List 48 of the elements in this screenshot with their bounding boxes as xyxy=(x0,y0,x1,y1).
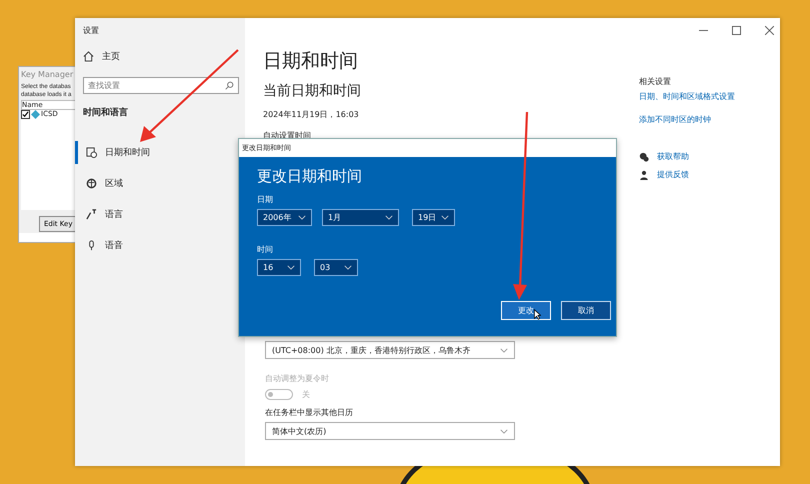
time-dropdown[interactable]: 03 xyxy=(314,259,358,276)
cancel-button[interactable]: 取消 xyxy=(561,301,611,320)
nav-item[interactable]: 语音 xyxy=(75,234,245,257)
microphone-icon xyxy=(86,240,97,251)
chevron-down-icon xyxy=(385,215,393,220)
page-title: 日期和时间 xyxy=(263,49,358,74)
date-dropdown[interactable]: 19日 xyxy=(412,209,455,226)
globe-icon xyxy=(86,178,97,189)
help-link[interactable]: 获取帮助 xyxy=(657,151,689,162)
change-button[interactable]: 更改 xyxy=(501,301,551,320)
calendar-clock-icon xyxy=(86,147,97,158)
toggle-state: 关 xyxy=(302,389,310,400)
setting-label: 在任务栏中显示其他日历 xyxy=(265,407,353,418)
window-title: 设置 xyxy=(83,24,99,36)
current-datetime: 2024年11月19日，16:03 xyxy=(263,109,359,120)
home-icon xyxy=(83,51,94,62)
help-link[interactable]: 提供反馈 xyxy=(657,169,689,180)
calendar-dropdown[interactable]: 简体中文(农历) xyxy=(265,422,515,440)
search-icon xyxy=(225,81,234,90)
chevron-down-icon xyxy=(344,265,352,270)
time-dropdown[interactable]: 16 xyxy=(257,259,301,276)
language-icon xyxy=(86,209,97,220)
chevron-down-icon xyxy=(441,215,449,220)
chevron-down-icon xyxy=(500,428,508,434)
settings-link[interactable]: 日期、时间和区域格式设置 xyxy=(639,91,735,102)
timezone-dropdown[interactable]: (UTC+08:00) 北京，重庆，香港特别行政区，乌鲁木齐 xyxy=(265,341,515,359)
home-nav-item[interactable]: 主页 xyxy=(83,50,120,63)
nav-item[interactable]: 语言 xyxy=(75,203,245,226)
field-label: 时间 xyxy=(257,244,273,255)
setting-label: 自动调整为夏令时 xyxy=(265,373,329,384)
related-heading: 相关设置 xyxy=(639,76,671,87)
cursor-icon xyxy=(534,309,541,320)
maximize-icon[interactable] xyxy=(732,26,741,34)
nav-item[interactable]: 区域 xyxy=(75,172,245,195)
chat-bubble-icon xyxy=(639,152,649,162)
section-title: 当前日期和时间 xyxy=(263,82,361,100)
date-dropdown[interactable]: 1月 xyxy=(322,209,399,226)
checkbox[interactable] xyxy=(21,110,30,119)
field-label: 日期 xyxy=(257,194,273,205)
person-icon xyxy=(639,170,649,180)
date-dropdown[interactable]: 2006年 xyxy=(257,209,312,226)
settings-link[interactable]: 添加不同时区的时钟 xyxy=(639,114,711,125)
dialog-heading: 更改日期和时间 xyxy=(257,167,362,186)
chevron-down-icon xyxy=(287,265,295,270)
chevron-down-icon xyxy=(298,215,306,220)
chevron-down-icon xyxy=(500,348,508,352)
close-icon[interactable] xyxy=(765,26,774,34)
search-field[interactable]: 查找设置 xyxy=(83,77,239,94)
